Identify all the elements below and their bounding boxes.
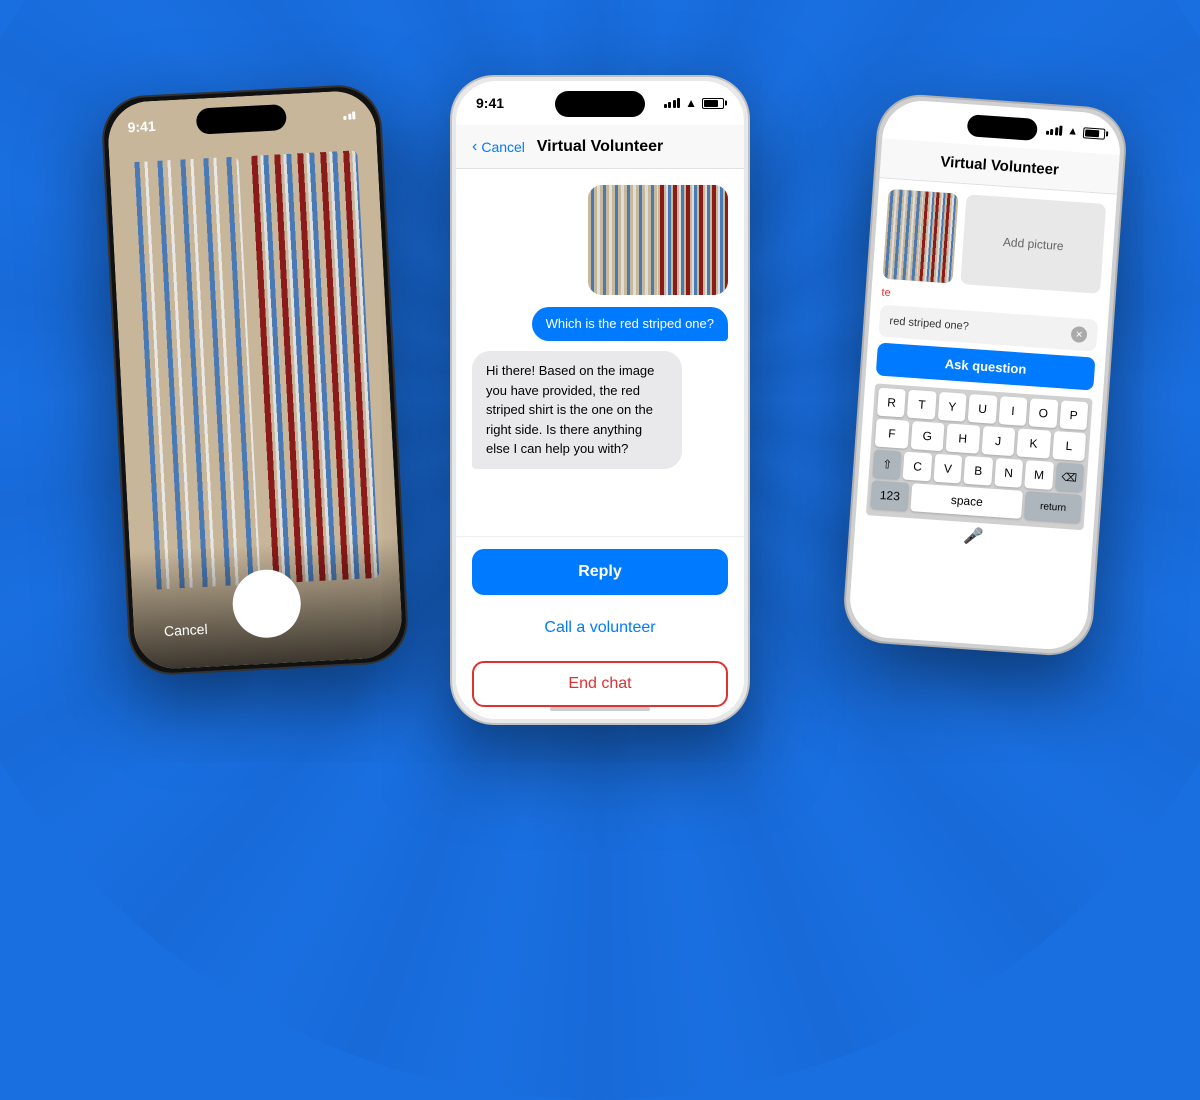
- dynamic-island-left: [196, 104, 287, 135]
- center-signal-icon: [664, 98, 681, 108]
- phone-left: 9:41 Cancel: [100, 83, 410, 677]
- back-button[interactable]: ‹ Cancel: [472, 138, 525, 156]
- ask-question-button[interactable]: Ask question: [876, 342, 1096, 390]
- left-status-icons: [343, 111, 355, 120]
- center-battery-icon: [702, 98, 724, 109]
- bot-message-text: Hi there! Based on the image you have pr…: [472, 351, 682, 469]
- shutter-button[interactable]: [233, 570, 300, 637]
- key-R[interactable]: R: [877, 388, 906, 418]
- chat-actions: Reply Call a volunteer End chat: [456, 536, 744, 719]
- home-indicator: [550, 707, 650, 711]
- right-shirt-red: [917, 191, 958, 283]
- chat-image: [588, 185, 728, 295]
- add-picture-label: Add picture: [1002, 235, 1064, 253]
- camera-cancel-label[interactable]: Cancel: [164, 621, 208, 639]
- right-wifi-icon: ▲: [1067, 125, 1079, 138]
- chat-messages: Which is the red striped one? Hi there! …: [456, 169, 744, 536]
- right-battery-icon: [1083, 127, 1106, 140]
- bot-message-bubble: Hi there! Based on the image you have pr…: [472, 351, 728, 469]
- key-J[interactable]: J: [981, 426, 1015, 456]
- phone-right-screen: ▲ Virtual Volunteer: [848, 98, 1123, 651]
- key-V[interactable]: V: [933, 454, 962, 484]
- key-P[interactable]: P: [1059, 400, 1088, 430]
- key-L[interactable]: L: [1052, 431, 1086, 461]
- chat-image-container: [472, 185, 728, 295]
- camera-controls: Cancel: [130, 537, 404, 671]
- right-status-icons: ▲: [1045, 124, 1105, 140]
- center-wifi-icon: ▲: [685, 96, 697, 110]
- key-H[interactable]: H: [946, 424, 980, 454]
- key-M[interactable]: M: [1024, 460, 1053, 490]
- right-signal-icon: [1046, 125, 1063, 136]
- key-U[interactable]: U: [968, 394, 997, 424]
- key-C[interactable]: C: [903, 452, 932, 482]
- key-return[interactable]: return: [1024, 491, 1081, 523]
- right-image-row: Add picture: [882, 189, 1106, 294]
- phone-left-screen: 9:41 Cancel: [106, 89, 403, 670]
- user-message-bubble: Which is the red striped one?: [472, 307, 728, 341]
- camera-view: 9:41 Cancel: [106, 89, 403, 670]
- key-N[interactable]: N: [994, 458, 1023, 488]
- key-K[interactable]: K: [1016, 428, 1050, 458]
- key-shift[interactable]: ⇧: [873, 449, 902, 479]
- back-label: Cancel: [481, 139, 525, 155]
- key-O[interactable]: O: [1029, 398, 1058, 428]
- dynamic-island-center: [555, 91, 645, 117]
- shirt-blue-img: [588, 185, 658, 295]
- phone-right: ▲ Virtual Volunteer: [841, 92, 1129, 658]
- scene-container: 9:41 Cancel: [0, 0, 1200, 800]
- reply-button[interactable]: Reply: [472, 549, 728, 595]
- phone-center: 9:41 ▲ ‹ Can: [450, 75, 750, 725]
- key-I[interactable]: I: [998, 396, 1027, 426]
- key-B[interactable]: B: [964, 456, 993, 486]
- user-message-text: Which is the red striped one?: [532, 307, 728, 341]
- chat-shirts-image: [588, 185, 728, 295]
- right-shirts-image: [882, 189, 958, 284]
- key-G[interactable]: G: [910, 421, 944, 451]
- nav-title: Virtual Volunteer: [537, 138, 664, 156]
- key-T[interactable]: T: [907, 390, 936, 420]
- right-content: Add picture te red striped one? ✕ Ask qu…: [848, 178, 1117, 651]
- center-time: 9:41: [476, 95, 504, 111]
- key-space[interactable]: space: [910, 483, 1023, 519]
- signal-icon: [343, 111, 355, 120]
- key-Y[interactable]: Y: [938, 392, 967, 422]
- key-backspace[interactable]: ⌫: [1055, 462, 1084, 492]
- phone-center-screen: 9:41 ▲ ‹ Can: [456, 81, 744, 719]
- end-chat-button[interactable]: End chat: [472, 661, 728, 707]
- right-input-text: red striped one?: [889, 315, 969, 333]
- center-nav-bar: ‹ Cancel Virtual Volunteer: [456, 125, 744, 169]
- left-time: 9:41: [127, 118, 156, 135]
- mic-icon[interactable]: 🎤: [963, 526, 984, 547]
- shirt-red-img: [658, 185, 728, 295]
- right-nav-title: Virtual Volunteer: [940, 153, 1060, 178]
- keyboard: R T Y U I O P F G H J K L: [866, 383, 1093, 530]
- chat-content: Which is the red striped one? Hi there! …: [456, 169, 744, 719]
- center-status-icons: ▲: [664, 96, 724, 110]
- right-input-clear-button[interactable]: ✕: [1071, 326, 1088, 343]
- call-volunteer-button[interactable]: Call a volunteer: [472, 605, 728, 651]
- add-picture-button[interactable]: Add picture: [960, 194, 1106, 294]
- key-F[interactable]: F: [875, 419, 909, 449]
- key-numbers[interactable]: 123: [870, 480, 909, 511]
